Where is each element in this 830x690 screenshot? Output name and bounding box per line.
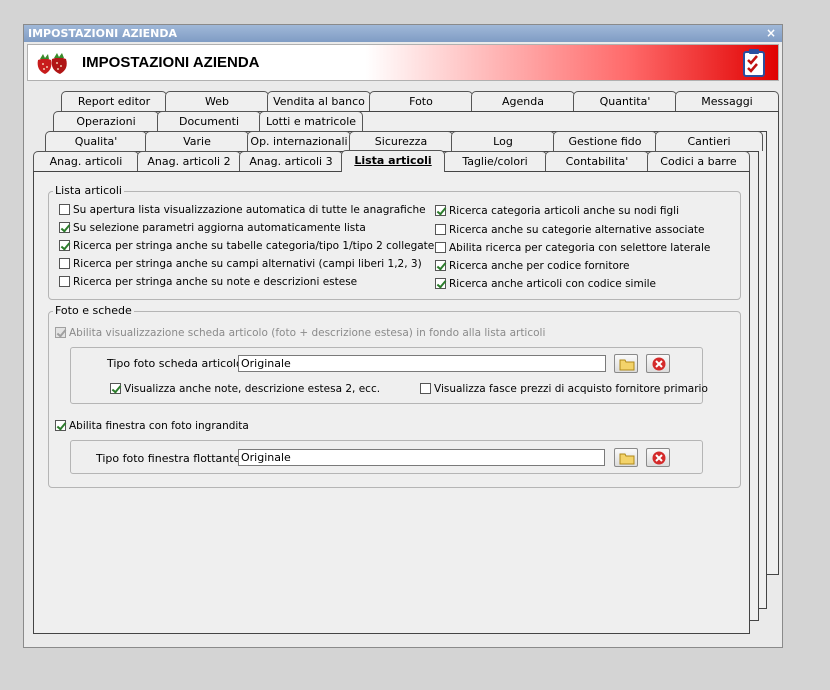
tab-lista-articoli[interactable]: Lista articoli xyxy=(341,150,445,172)
chk-selezione-parametri[interactable]: Su selezione parametri aggiorna automati… xyxy=(59,222,366,234)
checklist-icon xyxy=(743,49,765,77)
tab-op-internazionali[interactable]: Op. internazionali xyxy=(247,131,351,151)
checkbox[interactable] xyxy=(59,276,70,287)
tab-documenti[interactable]: Documenti xyxy=(157,111,261,131)
delete-icon xyxy=(652,357,666,371)
checkbox[interactable] xyxy=(110,383,121,394)
chk-codice-simile[interactable]: Ricerca anche articoli con codice simile xyxy=(435,278,656,290)
chk-categorie-alternative[interactable]: Ricerca anche su categorie alternative a… xyxy=(435,224,704,236)
browse-button-scheda[interactable] xyxy=(614,354,638,373)
tab-anag-articoli-3[interactable]: Anag. articoli 3 xyxy=(239,151,343,171)
chk-ricerca-nodi-figli[interactable]: Ricerca categoria articoli anche su nodi… xyxy=(435,205,679,217)
folder-icon xyxy=(619,359,635,371)
checkbox[interactable] xyxy=(55,327,66,338)
delete-icon xyxy=(652,451,666,465)
tab-gestione-fido[interactable]: Gestione fido xyxy=(553,131,657,151)
tab-anag-articoli[interactable]: Anag. articoli xyxy=(33,151,139,171)
close-icon[interactable]: × xyxy=(766,25,776,42)
tab-log[interactable]: Log xyxy=(451,131,555,151)
tab-web[interactable]: Web xyxy=(165,91,269,111)
tipo-foto-finestra-field[interactable]: Originale xyxy=(238,449,605,466)
tab-messaggi[interactable]: Messaggi xyxy=(675,91,779,111)
tab-varie[interactable]: Varie xyxy=(145,131,249,151)
chk-abilita-scheda-articolo[interactable]: Abilita visualizzazione scheda articolo … xyxy=(55,327,545,339)
tab-report-editor[interactable]: Report editor xyxy=(61,91,167,111)
window-title: IMPOSTAZIONI AZIENDA xyxy=(28,27,178,40)
checkbox[interactable] xyxy=(435,224,446,235)
checkbox[interactable] xyxy=(435,278,446,289)
chk-codice-fornitore[interactable]: Ricerca anche per codice fornitore xyxy=(435,260,629,272)
chk-visualizza-note[interactable]: Visualizza anche note, descrizione estes… xyxy=(110,383,380,395)
folder-icon xyxy=(619,453,635,465)
checkbox[interactable] xyxy=(435,242,446,253)
tab-lotti-e-matricole[interactable]: Lotti e matricole xyxy=(259,111,363,131)
window-titlebar[interactable]: IMPOSTAZIONI AZIENDA × xyxy=(24,25,782,42)
chk-abilita-finestra-foto[interactable]: Abilita finestra con foto ingrandita xyxy=(55,420,249,432)
tab-contabilita[interactable]: Contabilita' xyxy=(545,151,649,171)
checkbox[interactable] xyxy=(59,240,70,251)
browse-button-finestra[interactable] xyxy=(614,448,638,467)
tab-codici-a-barre[interactable]: Codici a barre xyxy=(647,151,750,171)
tab-taglie-colori[interactable]: Taglie/colori xyxy=(443,151,547,171)
checkbox[interactable] xyxy=(59,258,70,269)
checkbox[interactable] xyxy=(59,204,70,215)
header-title: IMPOSTAZIONI AZIENDA xyxy=(82,54,260,71)
tab-anag-articoli-2[interactable]: Anag. articoli 2 xyxy=(137,151,241,171)
tab-operazioni[interactable]: Operazioni xyxy=(53,111,159,131)
foto-schede-group-label: Foto e schede xyxy=(53,304,134,317)
tab-cantieri[interactable]: Cantieri xyxy=(655,131,763,151)
tab-quantita[interactable]: Quantita' xyxy=(573,91,677,111)
tipo-foto-scheda-field[interactable]: Originale xyxy=(238,355,606,372)
checkbox[interactable] xyxy=(59,222,70,233)
tab-qualita[interactable]: Qualita' xyxy=(45,131,147,151)
checkbox[interactable] xyxy=(435,205,446,216)
strawberries-icon xyxy=(37,53,67,74)
checkbox[interactable] xyxy=(435,260,446,271)
tab-agenda[interactable]: Agenda xyxy=(471,91,575,111)
chk-selettore-laterale[interactable]: Abilita ricerca per categoria con selett… xyxy=(435,242,710,254)
tab-sicurezza[interactable]: Sicurezza xyxy=(349,131,453,151)
chk-ricerca-note-descrizioni[interactable]: Ricerca per stringa anche su note e desc… xyxy=(59,276,357,288)
lista-articoli-panel: Lista articoli Su apertura lista visuali… xyxy=(33,171,750,634)
clear-button-finestra[interactable] xyxy=(646,448,670,467)
clear-button-scheda[interactable] xyxy=(646,354,670,373)
tipo-foto-scheda-label: Tipo foto scheda articolo : xyxy=(107,357,250,370)
settings-window: IMPOSTAZIONI AZIENDA × IMPOSTAZIONI AZIE… xyxy=(23,24,783,648)
chk-visualizza-fasce-prezzi[interactable]: Visualizza fasce prezzi di acquisto forn… xyxy=(420,383,708,395)
tab-vendita-al-banco[interactable]: Vendita al banco xyxy=(267,91,371,111)
checkbox[interactable] xyxy=(420,383,431,394)
chk-ricerca-campi-alternativi[interactable]: Ricerca per stringa anche su campi alter… xyxy=(59,258,422,270)
checkbox[interactable] xyxy=(55,420,66,431)
tab-foto[interactable]: Foto xyxy=(369,91,473,111)
tipo-foto-finestra-label: Tipo foto finestra flottante : xyxy=(96,452,248,465)
lista-articoli-group-label: Lista articoli xyxy=(53,184,124,197)
chk-ricerca-tabelle-categoria[interactable]: Ricerca per stringa anche su tabelle cat… xyxy=(59,240,434,252)
chk-apertura-lista[interactable]: Su apertura lista visualizzazione automa… xyxy=(59,204,426,216)
header-banner: IMPOSTAZIONI AZIENDA xyxy=(27,44,779,81)
